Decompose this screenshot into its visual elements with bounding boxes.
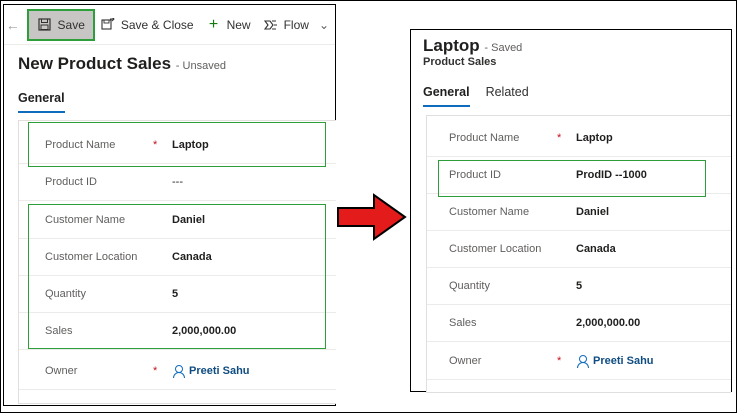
flow-button[interactable]: Flow ⌄ <box>257 10 335 40</box>
field-label: Owner <box>45 365 78 377</box>
plus-icon: + <box>208 15 219 33</box>
field-row-customer-location: Customer Location Canada <box>427 231 731 268</box>
product-name-field[interactable]: Laptop <box>576 132 613 144</box>
field-label: Product Name <box>449 132 520 144</box>
sales-field[interactable]: 2,000,000.00 <box>172 325 236 337</box>
field-row-product-name: Product Name * Laptop <box>19 127 336 164</box>
save-button[interactable]: Save <box>26 8 95 41</box>
command-bar: ← Save Save & Close + New Flow ⌄ <box>4 5 335 45</box>
tab-list: General <box>18 91 81 113</box>
field-label: Product ID <box>449 169 501 181</box>
owner-value: Preeti Sahu <box>189 365 250 377</box>
field-label: Product ID <box>45 176 97 188</box>
required-marker: * <box>153 365 158 377</box>
quantity-field[interactable]: 5 <box>576 280 582 292</box>
owner-lookup[interactable]: Preeti Sahu <box>172 365 250 378</box>
record-title: Laptop <box>423 36 480 55</box>
flow-label: Flow <box>283 17 309 32</box>
field-label: Sales <box>449 317 477 329</box>
save-close-label: Save & Close <box>120 17 194 32</box>
save-close-icon <box>100 17 116 33</box>
field-row-sales: Sales 2,000,000.00 <box>19 313 336 350</box>
page-title: Laptop - Saved <box>423 36 522 56</box>
record-title: New Product Sales <box>18 54 172 73</box>
new-button[interactable]: + New <box>200 10 257 40</box>
required-marker: * <box>557 132 562 144</box>
record-status: - Unsaved <box>175 60 226 72</box>
customer-name-field[interactable]: Daniel <box>172 214 205 226</box>
field-label: Quantity <box>449 280 490 292</box>
field-label: Sales <box>45 325 73 337</box>
person-icon <box>576 355 589 368</box>
entity-name: Product Sales <box>423 56 497 68</box>
form-section: Product Name * Laptop Product ID --- Cus… <box>18 120 336 404</box>
new-record-form: ← Save Save & Close + New Flow ⌄ New Pro… <box>3 4 336 406</box>
field-label: Customer Name <box>45 214 126 226</box>
page-title: New Product Sales - Unsaved <box>18 54 226 74</box>
field-row-owner: Owner * Preeti Sahu <box>19 353 336 390</box>
field-row-customer-name: Customer Name Daniel <box>19 202 336 239</box>
field-label: Owner <box>449 355 482 367</box>
product-id-field[interactable]: --- <box>172 176 183 188</box>
field-row-quantity: Quantity 5 <box>19 276 336 313</box>
field-row-quantity: Quantity 5 <box>427 268 731 305</box>
sales-field[interactable]: 2,000,000.00 <box>576 317 640 329</box>
field-label: Quantity <box>45 288 86 300</box>
customer-name-field[interactable]: Daniel <box>576 206 609 218</box>
owner-value: Preeti Sahu <box>593 355 654 367</box>
customer-location-field[interactable]: Canada <box>172 251 212 263</box>
save-close-button[interactable]: Save & Close <box>94 10 200 40</box>
field-row-product-id: Product ID --- <box>19 164 336 201</box>
quantity-field[interactable]: 5 <box>172 288 178 300</box>
tab-list: General Related <box>423 85 545 107</box>
product-name-field[interactable]: Laptop <box>172 139 209 151</box>
field-row-owner: Owner * Preeti Sahu <box>427 343 731 380</box>
back-arrow-icon[interactable]: ← <box>4 17 22 33</box>
saved-record-form: Laptop - Saved Product Sales General Rel… <box>410 29 732 393</box>
chevron-down-icon[interactable]: ⌄ <box>319 18 329 32</box>
field-row-sales: Sales 2,000,000.00 <box>427 305 731 342</box>
save-label: Save <box>57 17 85 32</box>
field-row-customer-name: Customer Name Daniel <box>427 194 731 231</box>
customer-location-field[interactable]: Canada <box>576 243 616 255</box>
record-status: - Saved <box>484 42 523 54</box>
owner-lookup[interactable]: Preeti Sahu <box>576 355 654 368</box>
tab-general[interactable]: General <box>18 91 65 113</box>
field-label: Customer Location <box>449 243 542 255</box>
form-section: Product Name * Laptop Product ID ProdID … <box>426 115 731 393</box>
flow-icon <box>263 17 279 33</box>
field-row-customer-location: Customer Location Canada <box>19 239 336 276</box>
required-marker: * <box>153 139 158 151</box>
product-id-field[interactable]: ProdID --1000 <box>576 169 647 181</box>
new-label: New <box>226 17 251 32</box>
person-icon <box>172 365 185 378</box>
field-row-product-name: Product Name * Laptop <box>427 120 731 157</box>
required-marker: * <box>557 355 562 367</box>
right-arrow-icon <box>337 193 407 241</box>
field-label: Customer Location <box>45 251 138 263</box>
tab-related[interactable]: Related <box>486 85 529 107</box>
tab-general[interactable]: General <box>423 85 470 107</box>
field-row-product-id: Product ID ProdID --1000 <box>427 157 731 194</box>
field-label: Customer Name <box>449 206 530 218</box>
field-label: Product Name <box>45 139 116 151</box>
save-icon <box>37 17 53 33</box>
